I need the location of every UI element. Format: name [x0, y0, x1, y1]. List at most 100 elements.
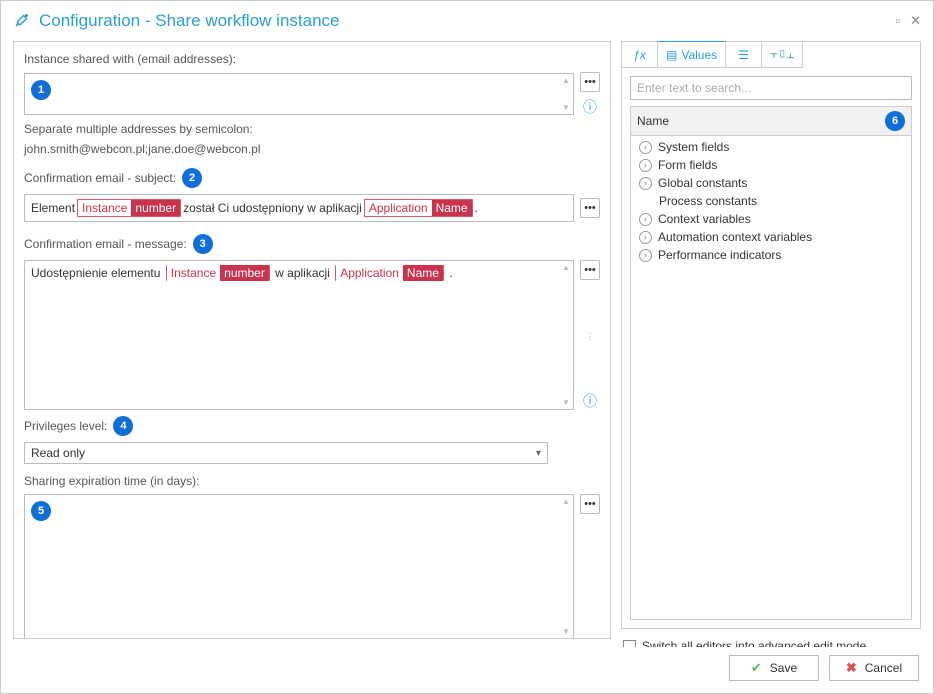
message-t1: Udostępnienie elementu — [31, 266, 164, 280]
tree-item-context-variables[interactable]: › Context variables — [631, 210, 911, 228]
tree-item-system-fields[interactable]: › System fields — [631, 138, 911, 156]
shared-with-label: Instance shared with (email addresses): — [24, 52, 600, 66]
tree-search-input[interactable]: Enter text to search... — [630, 76, 912, 100]
more-button[interactable]: ••• — [580, 198, 600, 218]
expiration-input[interactable]: 5 ▲▼ — [24, 494, 574, 639]
more-button[interactable]: ••• — [580, 260, 600, 280]
columns-icon: ⫟▯⫠ — [770, 47, 794, 62]
window-controls: ▫ ✕ — [895, 13, 921, 29]
tools-icon — [13, 11, 31, 32]
tree-item-form-fields[interactable]: › Form fields — [631, 156, 911, 174]
tabs-body: Enter text to search... Name 6 › System … — [622, 68, 920, 628]
tree-item-automation-context-variables[interactable]: › Automation context variables — [631, 228, 911, 246]
expand-icon[interactable]: › — [639, 249, 652, 262]
tree-item-performance-indicators[interactable]: › Performance indicators — [631, 246, 911, 264]
subject-t1: Element — [31, 201, 75, 215]
message-row: Udostępnienie elementu Instancenumber w … — [24, 260, 600, 410]
subject-t2: został Ci udostępniony w aplikacji — [183, 201, 362, 215]
advanced-mode-row[interactable]: Switch all editors into advanced edit mo… — [621, 635, 921, 647]
subject-input[interactable]: Element Instancenumber został Ci udostęp… — [24, 194, 574, 222]
scroll-arrows[interactable]: ▲▼ — [559, 495, 573, 638]
hint-line2: john.smith@webcon.pl;jane.doe@webcon.pl — [24, 142, 600, 156]
privileges-label-text: Privileges level: — [24, 419, 107, 433]
more-button[interactable]: ••• — [580, 72, 600, 92]
maximize-icon[interactable]: ▫ — [895, 13, 900, 29]
token-application-name[interactable]: ApplicationName — [364, 199, 473, 217]
tree-item-label: Automation context variables — [658, 230, 812, 244]
shared-with-side: ••• ⓘ — [580, 72, 600, 116]
list-icon: ☰ — [738, 48, 749, 62]
message-side: ••• ⋮ ⓘ — [580, 260, 600, 410]
tree-header-label: Name — [637, 114, 885, 128]
message-label-text: Confirmation email - message: — [24, 237, 187, 251]
tab-values[interactable]: ▤ Values — [658, 41, 726, 68]
right-pane: ƒx ▤ Values ☰ ⫟▯⫠ Enter text to search..… — [621, 41, 921, 639]
advanced-mode-label: Switch all editors into advanced edit mo… — [642, 639, 866, 647]
expand-icon[interactable]: › — [639, 177, 652, 190]
badge-5: 5 — [31, 501, 51, 521]
more-button[interactable]: ••• — [580, 494, 600, 514]
cancel-icon: ✖ — [846, 660, 857, 676]
cancel-button[interactable]: ✖ Cancel — [829, 655, 919, 681]
tab-columns[interactable]: ⫟▯⫠ — [762, 42, 803, 68]
expiration-label-text: Sharing expiration time (in days): — [24, 474, 199, 488]
expand-icon[interactable]: › — [639, 141, 652, 154]
expand-icon[interactable]: › — [639, 213, 652, 226]
message-label: Confirmation email - message: 3 — [24, 234, 600, 254]
badge-6: 6 — [885, 111, 905, 131]
close-icon[interactable]: ✕ — [910, 13, 921, 29]
tabs-container: ƒx ▤ Values ☰ ⫟▯⫠ Enter text to search..… — [621, 41, 921, 629]
message-input[interactable]: Udostępnienie elementu Instancenumber w … — [24, 260, 574, 410]
info-icon[interactable]: ⓘ — [581, 98, 599, 116]
shared-with-input[interactable]: 1 ▲▼ — [24, 73, 574, 115]
tree-item-label: Context variables — [658, 212, 751, 226]
message-t3: . — [449, 266, 452, 280]
content-area: Instance shared with (email addresses): … — [1, 41, 933, 647]
config-window: Configuration - Share workflow instance … — [0, 0, 934, 694]
tree-item-label: System fields — [658, 140, 729, 154]
shared-with-row: 1 ▲▼ ••• ⓘ — [24, 72, 600, 116]
badge-2: 2 — [182, 168, 202, 188]
token-instance-number[interactable]: Instancenumber — [77, 199, 181, 217]
tree-item-global-constants[interactable]: › Global constants — [631, 174, 911, 192]
expiration-row: 5 ▲▼ ••• — [24, 494, 600, 639]
tab-fx[interactable]: ƒx — [622, 42, 658, 68]
expand-icon[interactable]: › — [639, 159, 652, 172]
hint-line1: Separate multiple addresses by semicolon… — [24, 122, 600, 136]
chevron-down-icon: ▾ — [536, 448, 541, 459]
message-t2: w aplikacji — [275, 266, 333, 280]
checkbox-icon[interactable] — [623, 640, 636, 648]
scroll-arrows[interactable]: ▲▼ — [559, 261, 573, 409]
token-instance-number[interactable]: Instancenumber — [166, 265, 270, 281]
expand-icon[interactable]: › — [639, 231, 652, 244]
footer: ✔ Save ✖ Cancel — [1, 647, 933, 693]
expiration-label: Sharing expiration time (in days): — [24, 474, 600, 488]
left-pane: Instance shared with (email addresses): … — [13, 41, 611, 639]
tree-item-label: Process constants — [659, 194, 757, 208]
subject-row: Element Instancenumber został Ci udostęp… — [24, 194, 600, 222]
tree-item-label: Global constants — [658, 176, 747, 190]
scroll-arrows[interactable]: ▲▼ — [559, 74, 573, 114]
subject-label-text: Confirmation email - subject: — [24, 171, 176, 185]
tabs: ƒx ▤ Values ☰ ⫟▯⫠ — [622, 41, 920, 68]
badge-1: 1 — [31, 80, 51, 100]
save-button[interactable]: ✔ Save — [729, 655, 819, 681]
grip-icon[interactable]: ⋮ — [586, 331, 595, 342]
tab-list[interactable]: ☰ — [726, 42, 762, 68]
privileges-select[interactable]: Read only ▾ — [24, 442, 548, 464]
badge-4: 4 — [113, 416, 133, 436]
tree-item-label: Performance indicators — [658, 248, 781, 262]
tree-header: Name 6 — [630, 106, 912, 136]
values-icon: ▤ — [666, 48, 677, 62]
token-application-name[interactable]: ApplicationName — [335, 265, 444, 281]
tab-values-label: Values — [681, 48, 717, 62]
privileges-value: Read only — [31, 446, 85, 460]
tree: › System fields › Form fields › Global c… — [630, 136, 912, 620]
subject-label: Confirmation email - subject: 2 — [24, 168, 600, 188]
window-title: Configuration - Share workflow instance — [39, 11, 895, 31]
fx-icon: ƒx — [633, 48, 646, 62]
info-icon[interactable]: ⓘ — [581, 392, 599, 410]
badge-3: 3 — [193, 234, 213, 254]
search-placeholder: Enter text to search... — [637, 81, 751, 95]
tree-item-process-constants[interactable]: Process constants — [631, 192, 911, 210]
